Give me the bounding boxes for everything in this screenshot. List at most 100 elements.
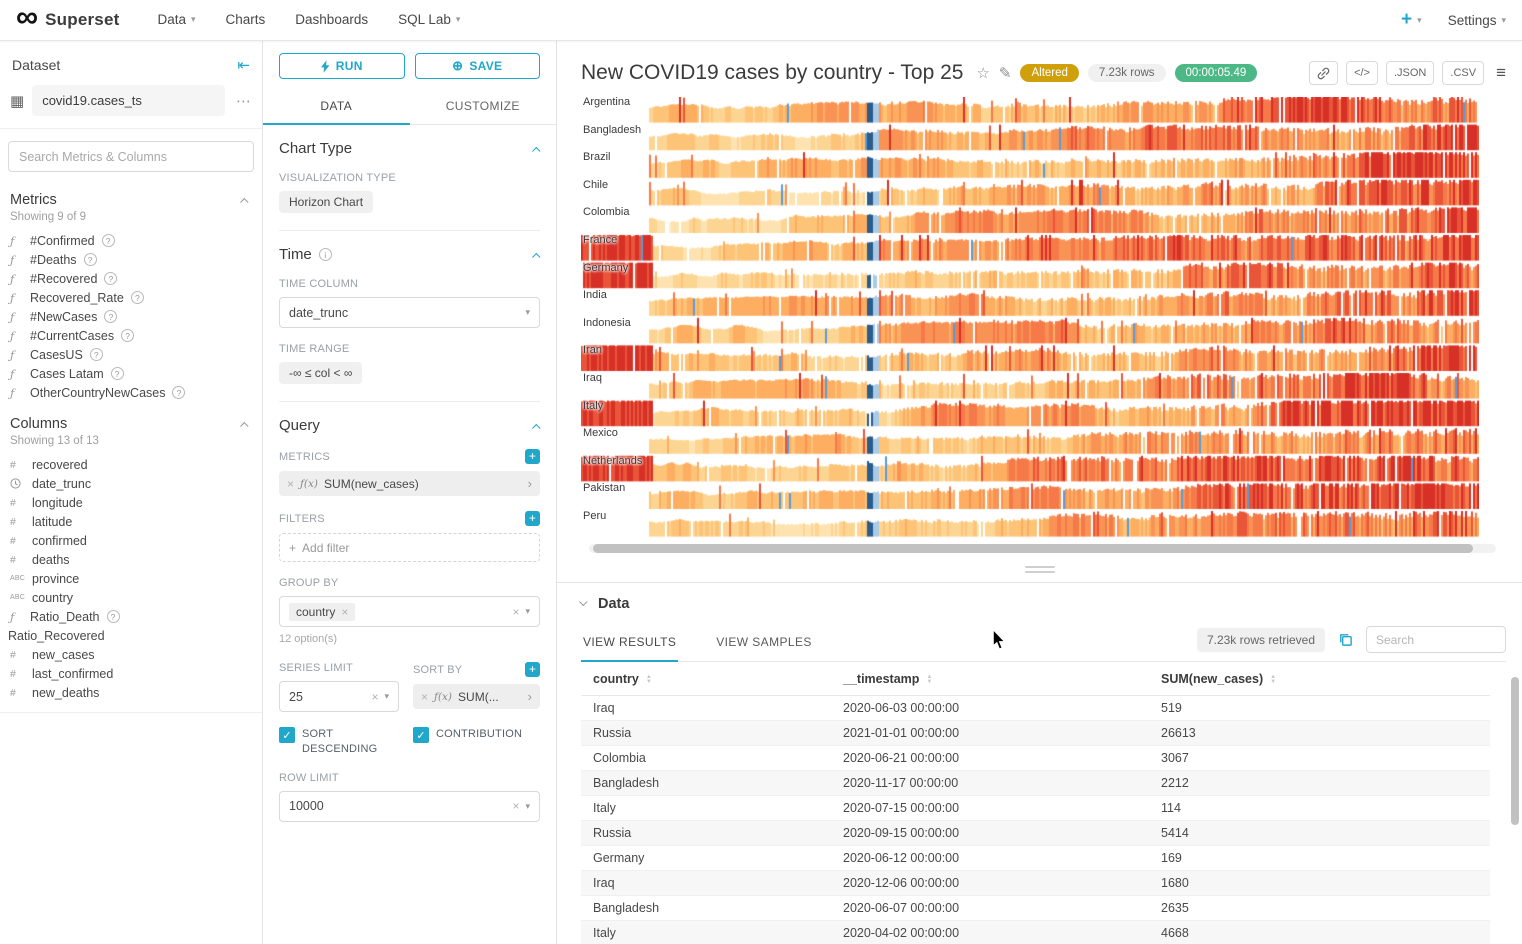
nav-item-dashboards[interactable]: Dashboards — [295, 12, 368, 27]
sort-descending-checkbox[interactable]: ✓ — [279, 727, 295, 743]
chart-menu-icon[interactable]: ≡ — [1496, 63, 1506, 83]
add-filter-dropzone[interactable]: + Add filter — [279, 533, 540, 562]
table-row[interactable]: Germany2020-06-12 00:00:00169 — [581, 846, 1490, 871]
series-limit-select[interactable]: 25 × ▾ — [279, 681, 399, 712]
copy-data-button[interactable] — [1338, 632, 1353, 647]
chevron-up-icon[interactable] — [240, 198, 248, 206]
table-row[interactable]: Italy2020-07-15 00:00:00114 — [581, 796, 1490, 821]
metrics-columns-search-input[interactable] — [8, 141, 254, 172]
metric-item--newcases[interactable]: ƒ #NewCases ? — [0, 307, 262, 326]
column-item-ratio-recovered[interactable]: Ratio_Recovered — [0, 626, 262, 645]
sort-by-chip[interactable]: × ƒ(x) SUM(... › — [413, 684, 540, 709]
nav-item-charts[interactable]: Charts — [226, 12, 266, 27]
new-item-button[interactable]: +▾ — [1401, 9, 1422, 31]
export-csv-button[interactable]: .CSV — [1442, 61, 1484, 85]
column-item-new-cases[interactable]: # new_cases — [0, 645, 262, 664]
run-button[interactable]: RUN — [279, 53, 405, 79]
table-row[interactable]: Russia2020-09-15 00:00:005414 — [581, 821, 1490, 846]
tab-customize[interactable]: CUSTOMIZE — [410, 90, 557, 124]
column-item-latitude[interactable]: # latitude — [0, 512, 262, 531]
nav-item-sql-lab[interactable]: SQL Lab▾ — [398, 12, 460, 27]
group-by-label: GROUP BY — [279, 577, 338, 589]
embed-code-button[interactable]: </> — [1346, 61, 1378, 85]
chevron-up-icon[interactable] — [532, 252, 540, 260]
column-item-last-confirmed[interactable]: # last_confirmed — [0, 664, 262, 683]
tab-data[interactable]: DATA — [263, 90, 410, 124]
table-row[interactable]: Bangladesh2020-11-17 00:00:002212 — [581, 771, 1490, 796]
horizon-chart[interactable] — [581, 97, 1479, 539]
export-json-button[interactable]: .JSON — [1386, 61, 1434, 85]
column-item-province[interactable]: ABC province — [0, 569, 262, 588]
chevron-down-icon[interactable] — [579, 598, 587, 606]
chevron-up-icon[interactable] — [532, 146, 540, 154]
copy-link-button[interactable] — [1309, 61, 1338, 85]
brand[interactable]: ∞ Superset — [16, 10, 119, 30]
favorite-star-icon[interactable]: ☆ — [976, 64, 989, 82]
panel-resize-handle[interactable] — [1025, 566, 1055, 573]
altered-badge[interactable]: Altered — [1020, 64, 1078, 82]
chart-title: New COVID19 cases by country - Top 25 — [581, 61, 963, 85]
metric-item--currentcases[interactable]: ƒ #CurrentCases ? — [0, 326, 262, 345]
column-item-confirmed[interactable]: # confirmed — [0, 531, 262, 550]
add-sort-button[interactable]: + — [525, 662, 540, 677]
metric-item--recovered[interactable]: ƒ #Recovered ? — [0, 269, 262, 288]
metric-item--confirmed[interactable]: ƒ #Confirmed ? — [0, 231, 262, 250]
chevron-right-icon[interactable]: › — [528, 689, 532, 704]
viz-type-value[interactable]: Horizon Chart — [279, 191, 373, 213]
clear-icon[interactable]: × — [512, 799, 519, 813]
table-row[interactable]: Iraq2020-06-03 00:00:00519 — [581, 696, 1490, 721]
edit-title-icon[interactable]: ✎ — [999, 64, 1012, 82]
clear-icon[interactable]: × — [371, 690, 378, 704]
column-item-country[interactable]: ABC country — [0, 588, 262, 607]
table-row[interactable]: Iraq2020-12-06 00:00:001680 — [581, 871, 1490, 896]
results-search-input[interactable] — [1366, 626, 1506, 653]
remove-icon[interactable]: × — [421, 690, 428, 704]
column-header--timestamp[interactable]: __timestamp▲▼ — [831, 662, 1149, 696]
chevron-up-icon[interactable] — [240, 422, 248, 430]
chevron-right-icon[interactable]: › — [528, 476, 532, 491]
collapse-panel-icon[interactable]: ⇤ — [237, 56, 250, 74]
row-limit-select[interactable]: 10000 × ▾ — [279, 791, 540, 822]
contribution-checkbox[interactable]: ✓ — [413, 727, 429, 743]
group-by-chip[interactable]: country × — [289, 603, 355, 621]
chart-horizontal-scrollbar[interactable] — [589, 544, 1496, 553]
dataset-name[interactable]: covid19.cases_ts — [32, 85, 225, 116]
tab-view-samples[interactable]: VIEW SAMPLES — [714, 635, 814, 661]
add-filter-button[interactable]: + — [525, 511, 540, 526]
metric-item-cases-latam[interactable]: ƒ Cases Latam ? — [0, 364, 262, 383]
metric-item--deaths[interactable]: ƒ #Deaths ? — [0, 250, 262, 269]
dataset-options-icon[interactable]: ⋯ — [233, 92, 254, 110]
column-item-new-deaths[interactable]: # new_deaths — [0, 683, 262, 702]
table-row[interactable]: Russia2021-01-01 00:00:0026613 — [581, 721, 1490, 746]
table-row[interactable]: Italy2020-04-02 00:00:004668 — [581, 921, 1490, 944]
time-range-value[interactable]: -∞ ≤ col < ∞ — [279, 362, 362, 384]
column-item-date-trunc[interactable]: date_trunc — [0, 474, 262, 493]
column-header-country[interactable]: country▲▼ — [581, 662, 831, 696]
nav-item-data[interactable]: Data▾ — [157, 12, 195, 27]
results-vertical-scrollbar[interactable] — [1511, 677, 1519, 825]
scrollbar-thumb[interactable] — [593, 544, 1473, 553]
metric-item-othercountrynewcases[interactable]: ƒ OtherCountryNewCases ? — [0, 383, 262, 402]
superset-app: ∞ Superset Data▾ Charts Dashboards SQL Lab▾… — [0, 0, 1522, 944]
chevron-up-icon[interactable] — [532, 423, 540, 431]
help-icon: ? — [111, 367, 124, 380]
column-item-recovered[interactable]: # recovered — [0, 455, 262, 474]
group-by-select[interactable]: country × × ▾ — [279, 596, 540, 627]
remove-icon[interactable]: × — [287, 477, 294, 491]
remove-icon[interactable]: × — [341, 605, 348, 619]
metric-chip[interactable]: × ƒ(x) SUM(new_cases) › — [279, 471, 540, 496]
save-button[interactable]: ⊕ SAVE — [415, 53, 541, 79]
tab-view-results[interactable]: VIEW RESULTS — [581, 635, 678, 661]
metric-item-casesus[interactable]: ƒ CasesUS ? — [0, 345, 262, 364]
table-row[interactable]: Bangladesh2020-06-07 00:00:002635 — [581, 896, 1490, 921]
column-header-sum-new-cases-[interactable]: SUM(new_cases)▲▼ — [1149, 662, 1490, 696]
time-column-select[interactable]: date_trunc ▾ — [279, 297, 540, 328]
column-item-ratio-death[interactable]: ƒ Ratio_Death ? — [0, 607, 262, 626]
table-row[interactable]: Colombia2020-06-21 00:00:003067 — [581, 746, 1490, 771]
clear-icon[interactable]: × — [512, 605, 519, 619]
column-item-deaths[interactable]: # deaths — [0, 550, 262, 569]
add-metric-button[interactable]: + — [525, 449, 540, 464]
metric-item-recovered-rate[interactable]: ƒ Recovered_Rate ? — [0, 288, 262, 307]
settings-menu[interactable]: Settings▾ — [1448, 13, 1506, 28]
column-item-longitude[interactable]: # longitude — [0, 493, 262, 512]
